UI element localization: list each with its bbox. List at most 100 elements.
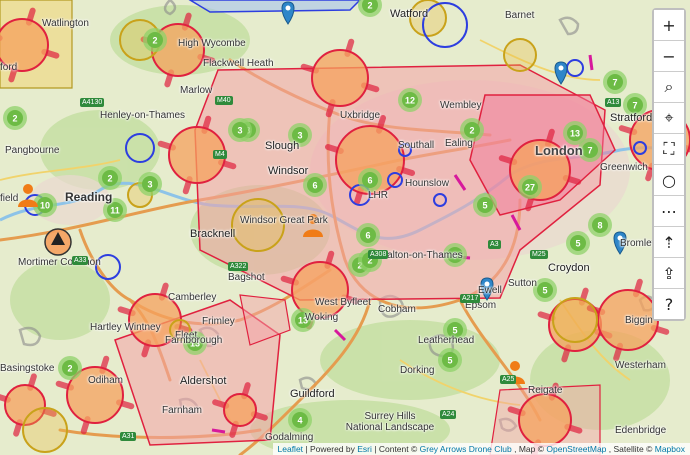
- cluster-count[interactable]: 8: [597, 221, 602, 231]
- cluster-count[interactable]: 3: [297, 131, 302, 141]
- cluster-count[interactable]: 5: [542, 286, 547, 296]
- content-prefix: | Content ©: [374, 444, 418, 454]
- cluster-33[interactable]: 7: [578, 138, 602, 162]
- share-icon[interactable]: ⇪: [654, 258, 684, 289]
- cluster-1[interactable]: 2: [143, 28, 167, 52]
- cluster-count[interactable]: 6: [312, 181, 317, 191]
- map-prefix: , Map ©: [514, 444, 545, 454]
- cluster-17[interactable]: 9: [443, 243, 467, 267]
- locate-pin-icon[interactable]: ⌖: [654, 103, 684, 134]
- cluster-14[interactable]: 13: [183, 331, 207, 355]
- cluster-count[interactable]: 2: [367, 1, 372, 11]
- cluster-count[interactable]: 6: [365, 231, 370, 241]
- pin-dot: [285, 5, 291, 11]
- cluster-11[interactable]: 12: [398, 88, 422, 112]
- map-toolbar: + − ⌕ ⌖ ⛶ ○ ⋯ ⇡ ⇪ ?: [652, 8, 686, 321]
- satellite-prefix: , Satellite ©: [608, 444, 653, 454]
- road-shield-a31: A31: [120, 432, 137, 441]
- map-canvas[interactable]: 2223332256122713131369101175528453256727: [0, 0, 690, 455]
- cluster-19[interactable]: 11: [103, 198, 127, 222]
- pin-dot: [558, 65, 564, 71]
- map-attribution: Leaflet | Powered by Esri | Content © Gr…: [272, 443, 690, 455]
- cluster-27[interactable]: 3: [228, 118, 252, 142]
- cluster-count[interactable]: 12: [405, 96, 415, 106]
- cluster-count[interactable]: 13: [570, 129, 580, 139]
- cluster-30[interactable]: 6: [303, 173, 327, 197]
- cluster-21[interactable]: 5: [566, 231, 590, 255]
- cluster-25[interactable]: 4: [288, 408, 312, 432]
- osm-link[interactable]: OpenStreetMap: [546, 444, 606, 454]
- cluster-31[interactable]: 7: [623, 93, 647, 117]
- esri-link[interactable]: Esri: [357, 444, 372, 454]
- northolt-zone: [188, 0, 362, 13]
- fullscreen-icon[interactable]: ⛶: [654, 134, 684, 165]
- yellow-zone-6: [503, 38, 537, 72]
- cluster-count[interactable]: 2: [12, 114, 17, 124]
- more-options-icon[interactable]: ⋯: [654, 196, 684, 227]
- road-shield-a13: A13: [605, 98, 622, 107]
- cluster-15[interactable]: 13: [291, 308, 315, 332]
- cluster-count[interactable]: 7: [587, 146, 592, 156]
- airfield-disc: [223, 393, 257, 427]
- cluster-count[interactable]: 5: [447, 356, 452, 366]
- road-shield-a217: A217: [460, 294, 481, 303]
- cluster-6[interactable]: 3: [138, 172, 162, 196]
- cluster-16[interactable]: 6: [356, 223, 380, 247]
- cluster-count[interactable]: 2: [107, 174, 112, 184]
- yellow-zone-3: [22, 407, 68, 453]
- cluster-29[interactable]: 5: [533, 278, 557, 302]
- cluster-count[interactable]: 4: [297, 416, 302, 426]
- cluster-5[interactable]: 3: [288, 123, 312, 147]
- magenta-marker-2: [588, 54, 594, 71]
- cluster-8[interactable]: 2: [460, 118, 484, 142]
- cluster-count[interactable]: 7: [632, 101, 637, 111]
- cluster-count[interactable]: 10: [40, 201, 50, 211]
- road-shield-a25: A25: [500, 375, 517, 384]
- club-link[interactable]: Grey Arrows Drone Club: [420, 444, 512, 454]
- draw-circle-icon[interactable]: ○: [654, 165, 684, 196]
- road-shield-a4130: A4130: [80, 98, 105, 107]
- cluster-32[interactable]: 2: [98, 166, 122, 190]
- cluster-count[interactable]: 7: [612, 78, 617, 88]
- cluster-count[interactable]: 2: [469, 126, 474, 136]
- cluster-count[interactable]: 11: [110, 206, 120, 216]
- cluster-count[interactable]: 13: [298, 316, 308, 326]
- map-view[interactable]: 2223332256122713131369101175528453256727…: [0, 0, 690, 455]
- mapbox-link[interactable]: Mapbox: [655, 444, 685, 454]
- help-icon[interactable]: ?: [654, 289, 684, 319]
- road-shield-a24: A24: [440, 410, 457, 419]
- road-shield-a322: A322: [228, 262, 249, 271]
- airfield-disc: [311, 49, 369, 107]
- cluster-count[interactable]: 2: [67, 364, 72, 374]
- cluster-count[interactable]: 3: [237, 126, 242, 136]
- search-icon[interactable]: ⌕: [654, 72, 684, 103]
- zoom-out-button[interactable]: −: [654, 41, 684, 72]
- cluster-count[interactable]: 5: [575, 239, 580, 249]
- cluster-count[interactable]: 5: [482, 201, 487, 211]
- cluster-count[interactable]: 9: [452, 251, 457, 261]
- magenta-marker-6: [211, 428, 226, 434]
- cluster-28[interactable]: 2: [58, 356, 82, 380]
- cluster-9[interactable]: 5: [473, 193, 497, 217]
- road-shield-m25: M25: [530, 250, 548, 259]
- cluster-26[interactable]: 5: [443, 318, 467, 342]
- leaflet-link[interactable]: Leaflet: [278, 444, 304, 454]
- upload-icon[interactable]: ⇡: [654, 227, 684, 258]
- cluster-12[interactable]: 27: [518, 175, 542, 199]
- cluster-10[interactable]: 6: [358, 168, 382, 192]
- cluster-3[interactable]: 2: [3, 106, 27, 130]
- zoom-in-button[interactable]: +: [654, 10, 684, 41]
- cluster-count[interactable]: 6: [367, 176, 372, 186]
- cluster-20[interactable]: 7: [603, 70, 627, 94]
- person-head: [308, 214, 318, 224]
- person-head: [23, 184, 33, 194]
- cluster-count[interactable]: 3: [147, 180, 152, 190]
- cluster-24[interactable]: 8: [588, 213, 612, 237]
- cluster-count[interactable]: 2: [152, 36, 157, 46]
- yellow-zone-2: [231, 198, 285, 252]
- cluster-count[interactable]: 27: [525, 183, 535, 193]
- cluster-count[interactable]: 5: [452, 326, 457, 336]
- cluster-22[interactable]: 5: [438, 348, 462, 372]
- cluster-count[interactable]: 13: [190, 339, 200, 349]
- road-shield-m40: M40: [215, 96, 233, 105]
